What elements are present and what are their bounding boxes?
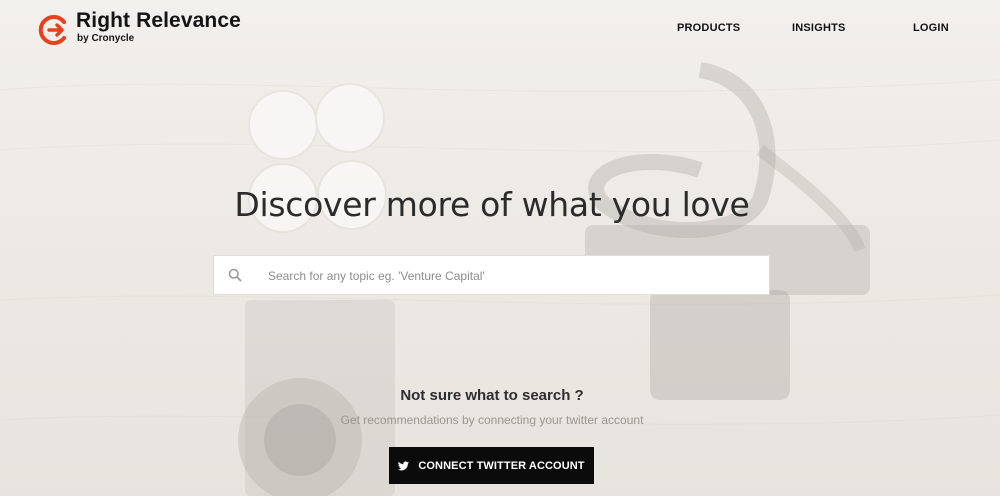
brand-tagline: by Cronycle [77,33,135,44]
nav-login[interactable]: LOGIN [913,22,949,34]
header: Right Relevance by Cronycle PRODUCTS INS… [0,0,1000,60]
search-icon [228,268,242,282]
brand-name: Right Relevance [76,9,241,32]
connect-twitter-button[interactable]: CONNECT TWITTER ACCOUNT [389,447,594,484]
recommendation-subtext: Get recommendations by connecting your t… [340,413,644,427]
search-input[interactable] [266,256,760,296]
connect-twitter-label: CONNECT TWITTER ACCOUNT [418,459,585,472]
nav-products[interactable]: PRODUCTS [677,22,740,34]
right-relevance-logo-icon [38,15,66,45]
twitter-bird-icon [398,460,410,470]
hero-title: Discover more of what you love [234,185,750,224]
brand-logo[interactable]: Right Relevance by Cronycle [38,9,241,46]
search-box [213,255,770,296]
not-sure-heading: Not sure what to search ? [400,387,584,404]
nav-insights[interactable]: INSIGHTS [792,22,846,34]
